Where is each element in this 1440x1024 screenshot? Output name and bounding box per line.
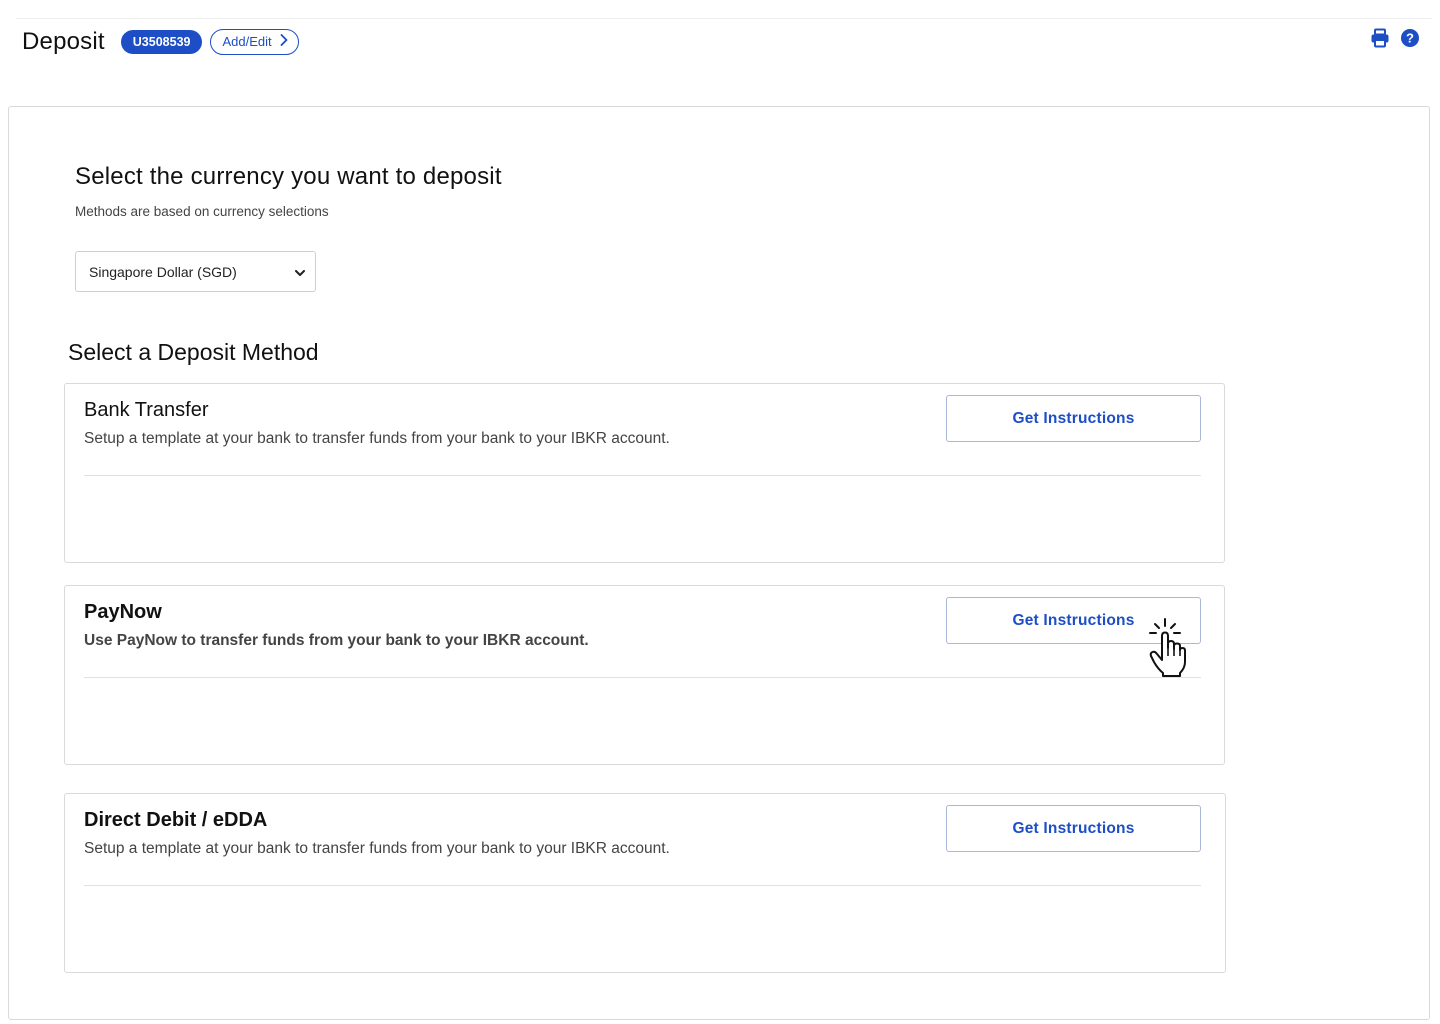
top-divider <box>16 18 1432 19</box>
add-edit-label: Add/Edit <box>222 34 272 49</box>
method-name: Bank Transfer <box>84 399 209 421</box>
deposit-method-title: Select a Deposit Method <box>68 339 319 365</box>
currency-subtitle: Methods are based on currency selections <box>75 204 329 219</box>
currency-title: Select the currency you want to deposit <box>75 163 502 190</box>
method-card-bank-transfer: Bank Transfer Setup a template at your b… <box>64 383 1225 563</box>
card-divider <box>84 677 1201 678</box>
page-title: Deposit <box>22 28 105 55</box>
hand-pointer-cursor-icon <box>1145 616 1189 678</box>
method-name: PayNow <box>84 601 162 623</box>
method-description: Setup a template at your bank to transfe… <box>84 840 670 857</box>
svg-text:?: ? <box>1406 31 1414 46</box>
card-divider <box>84 475 1201 476</box>
deposit-panel: Select the currency you want to deposit … <box>8 106 1430 1020</box>
card-divider <box>84 885 1201 886</box>
method-card-direct-debit: Direct Debit / eDDA Setup a template at … <box>64 793 1226 973</box>
chevron-down-icon <box>295 264 305 280</box>
method-card-paynow: PayNow Use PayNow to transfer funds from… <box>64 585 1225 765</box>
chevron-right-icon <box>280 34 288 50</box>
help-icon[interactable]: ? <box>1400 28 1420 53</box>
currency-selected-value: Singapore Dollar (SGD) <box>89 263 237 280</box>
printer-icon[interactable] <box>1370 28 1390 53</box>
add-edit-button[interactable]: Add/Edit <box>210 29 299 55</box>
page-header: Deposit U3508539 Add/Edit <box>22 24 299 60</box>
method-description: Use PayNow to transfer funds from your b… <box>84 632 589 649</box>
get-instructions-button[interactable]: Get Instructions <box>946 395 1201 442</box>
method-name: Direct Debit / eDDA <box>84 809 268 831</box>
header-actions: ? <box>1360 28 1420 53</box>
currency-select[interactable]: Singapore Dollar (SGD) <box>75 251 316 292</box>
get-instructions-button[interactable]: Get Instructions <box>946 805 1201 852</box>
method-description: Setup a template at your bank to transfe… <box>84 430 670 447</box>
account-badge[interactable]: U3508539 <box>120 30 203 54</box>
